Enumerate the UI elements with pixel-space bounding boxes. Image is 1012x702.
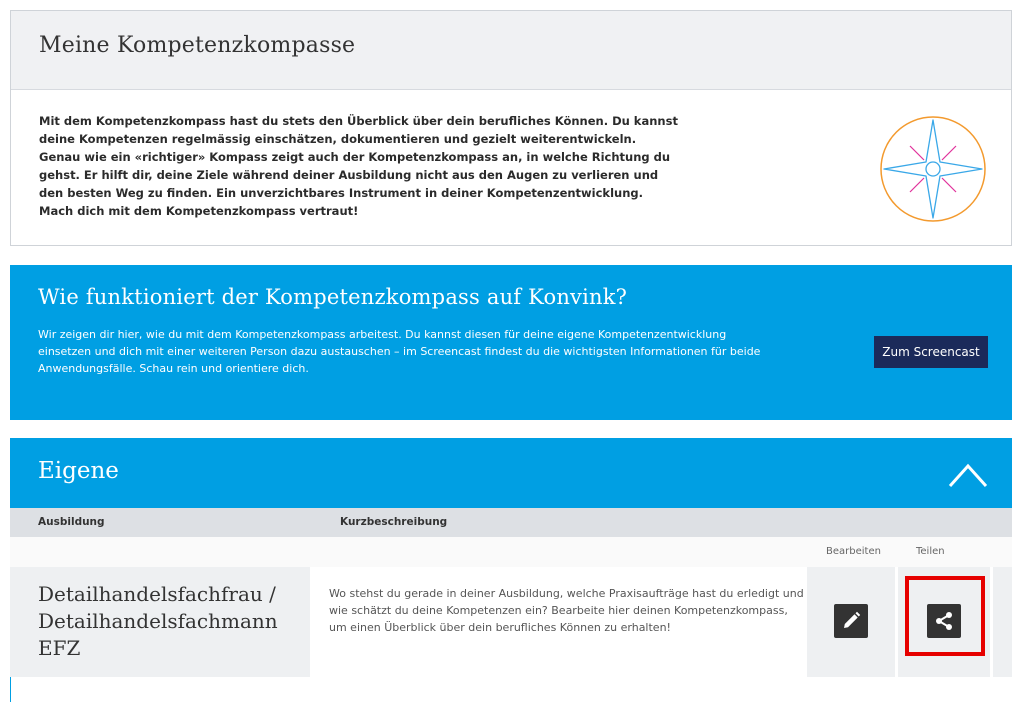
intro-card: Meine Kompetenzkompasse Mit dem Kompeten… bbox=[10, 10, 1012, 246]
row-extra-cell bbox=[993, 567, 1012, 677]
intro-header: Meine Kompetenzkompasse bbox=[11, 11, 1011, 90]
screencast-button[interactable]: Zum Screencast bbox=[874, 336, 988, 368]
column-header-kurzbeschreibung: Kurzbeschreibung bbox=[340, 516, 448, 528]
table-row: Detailhandelsfachfrau / Detailhandelsfac… bbox=[10, 567, 1012, 677]
edit-cell bbox=[807, 567, 895, 677]
info-title: Wie funktioniert der Kompetenzkompass au… bbox=[38, 285, 628, 309]
share-icon bbox=[936, 612, 952, 630]
info-text: Wir zeigen dir hier, wie du mit dem Komp… bbox=[38, 328, 761, 375]
intro-body: Mit dem Kompetenzkompass hast du stets d… bbox=[11, 90, 1011, 246]
share-cell bbox=[898, 567, 990, 677]
share-button[interactable] bbox=[927, 604, 961, 638]
compass-icon bbox=[880, 116, 986, 222]
action-labels-row: Bearbeiten Teilen bbox=[10, 537, 1012, 567]
screencast-info-panel: Wie funktioniert der Kompetenzkompass au… bbox=[10, 265, 1012, 420]
section-header-eigene: Eigene bbox=[10, 438, 1012, 508]
row-title: Detailhandelsfachfrau / Detailhandelsfac… bbox=[38, 582, 278, 660]
section-left-rule bbox=[10, 677, 11, 702]
column-header-teilen: Teilen bbox=[916, 546, 945, 557]
pencil-icon bbox=[844, 611, 861, 628]
edit-button[interactable] bbox=[834, 604, 868, 638]
page-title: Meine Kompetenzkompasse bbox=[39, 33, 356, 58]
table-header: Ausbildung Kurzbeschreibung bbox=[10, 508, 1012, 537]
column-header-ausbildung: Ausbildung bbox=[38, 516, 105, 528]
chevron-up-icon[interactable] bbox=[946, 456, 990, 490]
section-title: Eigene bbox=[38, 458, 119, 484]
row-description: Wo stehst du gerade in deiner Ausbildung… bbox=[313, 567, 804, 677]
row-title-cell: Detailhandelsfachfrau / Detailhandelsfac… bbox=[10, 567, 310, 677]
intro-text: Mit dem Kompetenzkompass hast du stets d… bbox=[39, 114, 678, 218]
column-header-bearbeiten: Bearbeiten bbox=[826, 546, 881, 557]
